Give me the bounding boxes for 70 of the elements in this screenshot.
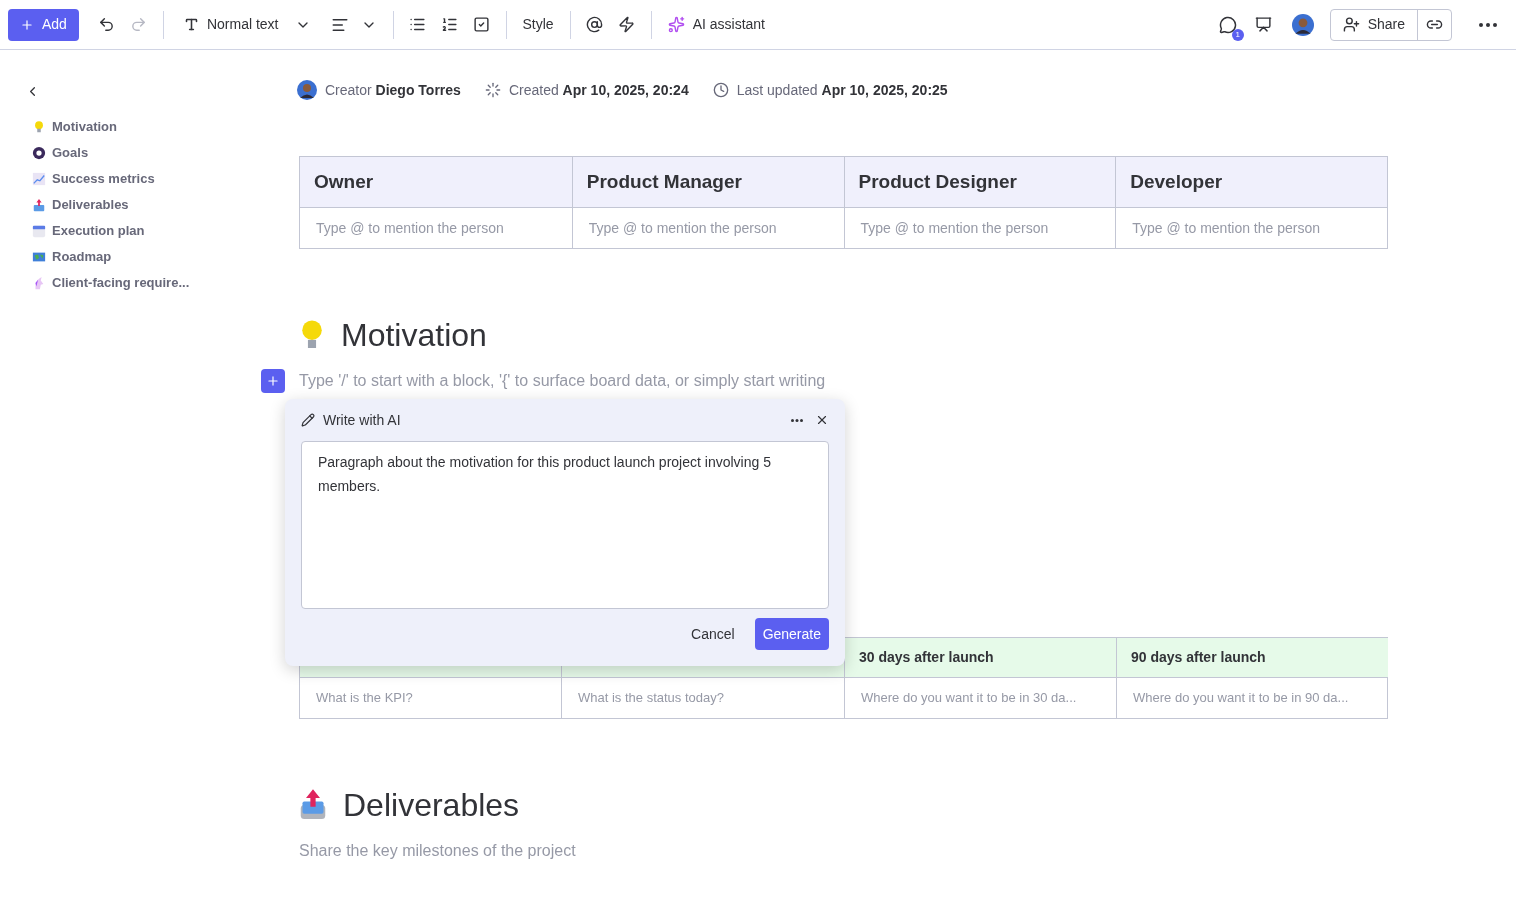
table-header-cell: Product Manager [571, 157, 844, 208]
spinner-icon [484, 82, 501, 98]
sidebar-item[interactable]: Deliverables [32, 196, 265, 214]
table-cell: What is the status today? [561, 678, 844, 718]
table-cell: Type @ to mention the person [1115, 208, 1387, 248]
table-cell: Where do you want it to be in 30 da... [844, 678, 1116, 718]
comments-button[interactable]: 1 [1211, 8, 1244, 41]
cancel-button[interactable]: Cancel [687, 623, 739, 645]
map-icon [32, 250, 46, 264]
pencil-icon [301, 413, 315, 427]
bullet-list-icon [409, 16, 426, 33]
add-block-button[interactable] [261, 369, 285, 393]
sidebar-item[interactable]: Goals [32, 144, 265, 162]
prompt-field[interactable]: Paragraph about the motivation for this product launch project involving 5 members. [301, 441, 829, 609]
section-heading: Motivation [341, 316, 487, 355]
sidebar-item[interactable]: Client-facing require... [32, 274, 265, 292]
checkbox-icon [473, 16, 490, 33]
speech-bubble-icon [1218, 15, 1237, 34]
close-icon [815, 413, 829, 427]
table-cell-text: Type @ to mention the person [315, 218, 505, 238]
avatar-icon [297, 80, 317, 100]
section-subtitle: Share the key milestones of the project [299, 841, 577, 861]
table-header-cell: Owner [300, 157, 572, 208]
table-cell: Type @ to mention the person [571, 208, 844, 248]
text-icon [183, 17, 199, 32]
sidebar-item[interactable]: Motivation [32, 118, 265, 136]
ball-icon [32, 146, 46, 160]
table-cell: Where do you want it to be in 90 da... [1116, 678, 1388, 718]
style-button[interactable]: Style [514, 8, 562, 41]
sidebar-item[interactable]: Roadmap [32, 248, 265, 266]
table-cell-text: What is the KPI? [315, 689, 414, 708]
plus-icon [266, 374, 280, 388]
table-header-cell: Developer [1115, 157, 1387, 208]
table-header-cell: 90 days after launch [1116, 638, 1388, 678]
clock-icon [712, 82, 729, 98]
more-icon [1479, 22, 1497, 27]
creator-text: Creator Diego Torres [325, 80, 461, 100]
sidebar-item[interactable]: Success metrics [32, 170, 265, 188]
notification-badge: 1 [1231, 28, 1244, 41]
inbox-icon [32, 198, 46, 212]
updated-text: Last updated Apr 10, 2025, 20:25 [736, 80, 948, 100]
more-button[interactable] [791, 418, 803, 422]
table-cell: Type @ to mention the person [843, 208, 1116, 248]
section-heading: Deliverables [343, 786, 520, 825]
add-button[interactable]: Add [8, 8, 79, 41]
close-button[interactable] [815, 413, 829, 427]
calendar-icon [32, 224, 46, 238]
sidebar-item[interactable]: Execution plan [32, 222, 265, 240]
created-text: Created Apr 10, 2025, 20:24 [508, 80, 689, 100]
lightning-icon [618, 16, 636, 33]
chart-icon [32, 172, 46, 186]
numbered-list-icon [441, 16, 458, 33]
ai-assistant-button[interactable]: AI assistant [659, 8, 773, 41]
undo-icon [98, 16, 116, 33]
inbox-icon [299, 789, 327, 821]
text-style-dropdown[interactable]: Normal text [171, 8, 323, 41]
redo-icon [130, 16, 148, 33]
table-header-cell: 30 days after launch [844, 638, 1116, 678]
plus-icon [20, 17, 34, 32]
generate-button[interactable]: Generate [754, 618, 829, 650]
avatar-icon [1291, 13, 1314, 36]
at-sign-icon [586, 16, 604, 33]
text-input[interactable]: Type '/' to start with a block, '{' to surface board data, or simply start writing [299, 369, 826, 393]
add-user-icon [1342, 16, 1360, 33]
sparkle-icon [667, 16, 685, 33]
popup-title: Write with AI [323, 410, 401, 430]
presentation-icon [1255, 16, 1273, 33]
more-icon [791, 418, 803, 422]
table-header-cell: Product Designer [843, 157, 1116, 208]
light-bulb-icon [32, 120, 46, 134]
